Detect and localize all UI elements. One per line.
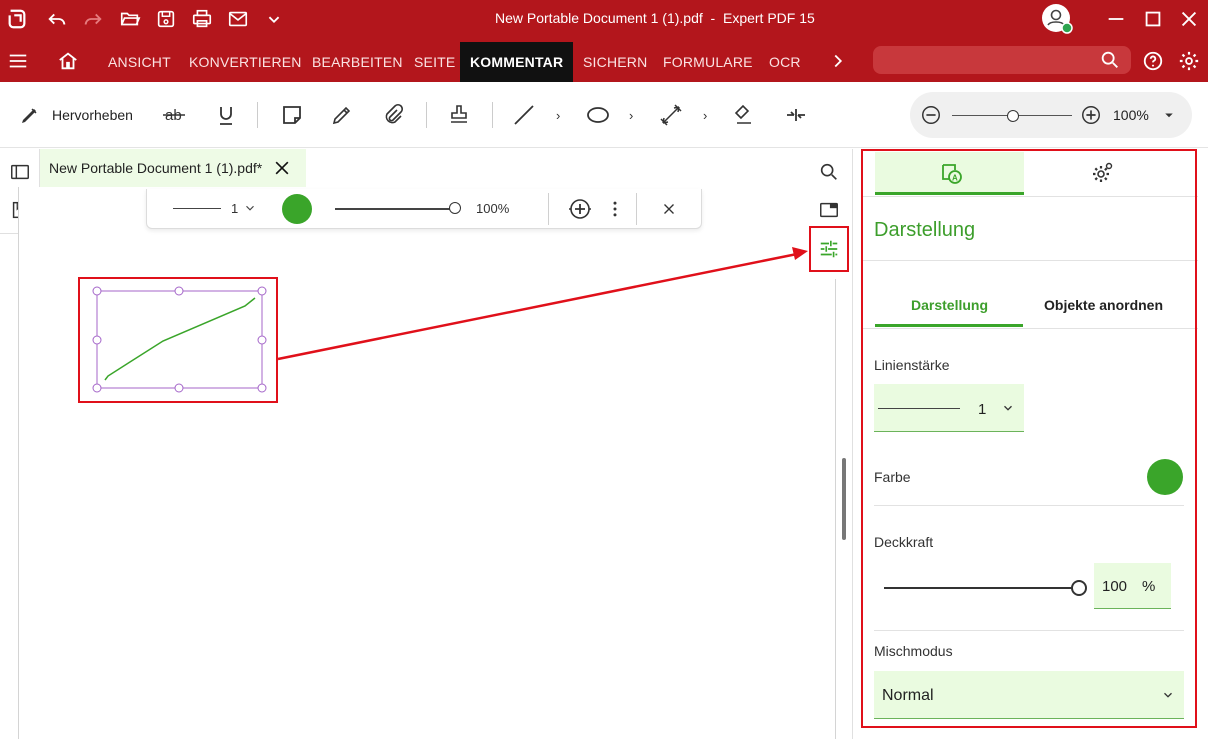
resize-handle[interactable]: [257, 286, 267, 296]
resize-handle[interactable]: [92, 383, 102, 393]
resize-handle[interactable]: [92, 286, 102, 296]
callout-arrowhead: [792, 247, 808, 260]
callout-arrow: [277, 252, 798, 361]
panel-view-icon[interactable]: [818, 199, 840, 221]
resize-handle[interactable]: [174, 286, 184, 296]
freehand-line-annotation[interactable]: [104, 297, 256, 381]
vertical-scrollbar[interactable]: [842, 458, 846, 540]
panel-highlight-frame: [861, 149, 1197, 728]
find-icon[interactable]: [818, 161, 840, 183]
resize-handle[interactable]: [92, 335, 102, 345]
selection-box[interactable]: [96, 290, 263, 389]
highlight-frame-annotation: [78, 277, 278, 403]
app-window: New Portable Document 1 (1).pdf - Expert…: [0, 0, 1208, 739]
properties-icon-highlight-frame: [809, 226, 849, 272]
resize-handle[interactable]: [257, 335, 267, 345]
resize-handle[interactable]: [257, 383, 267, 393]
resize-handle[interactable]: [174, 383, 184, 393]
